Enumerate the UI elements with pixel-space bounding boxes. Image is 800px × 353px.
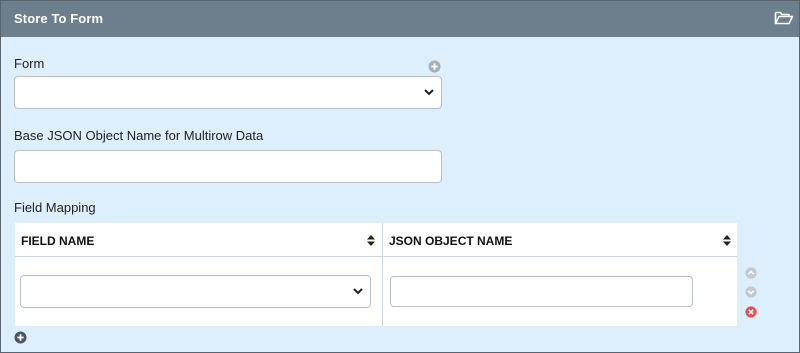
- column-header-json-object-name[interactable]: JSON OBJECT NAME: [383, 223, 737, 257]
- add-row-icon[interactable]: [14, 331, 27, 349]
- remove-row-icon[interactable]: [745, 305, 757, 323]
- form-label: Form: [14, 56, 45, 71]
- column-header-label: JSON OBJECT NAME: [389, 234, 513, 248]
- field-mapping-label: Field Mapping: [14, 200, 96, 215]
- field-name-select[interactable]: [20, 275, 371, 308]
- chevron-down-icon: [353, 287, 363, 294]
- sort-icon: [723, 235, 731, 246]
- base-json-input[interactable]: [14, 150, 442, 183]
- table-row: [15, 258, 737, 326]
- form-select[interactable]: [14, 76, 442, 109]
- store-to-form-panel: Store To Form Form Base JSON Object Name…: [0, 0, 800, 353]
- panel-title: Store To Form: [14, 11, 104, 26]
- move-down-icon[interactable]: [745, 285, 757, 303]
- sort-icon: [367, 235, 375, 246]
- move-up-icon[interactable]: [745, 266, 757, 284]
- folder-open-icon[interactable]: [774, 10, 794, 26]
- table-header: FIELD NAME JSON OBJECT NAME: [15, 223, 737, 257]
- json-object-name-input[interactable]: [390, 276, 693, 307]
- field-mapping-table: FIELD NAME JSON OBJECT NAME: [15, 223, 737, 326]
- chevron-down-icon: [424, 88, 434, 95]
- column-header-label: FIELD NAME: [21, 234, 95, 248]
- base-json-label: Base JSON Object Name for Multirow Data: [14, 128, 264, 143]
- panel-header: Store To Form: [1, 1, 799, 37]
- column-header-field-name[interactable]: FIELD NAME: [15, 223, 382, 257]
